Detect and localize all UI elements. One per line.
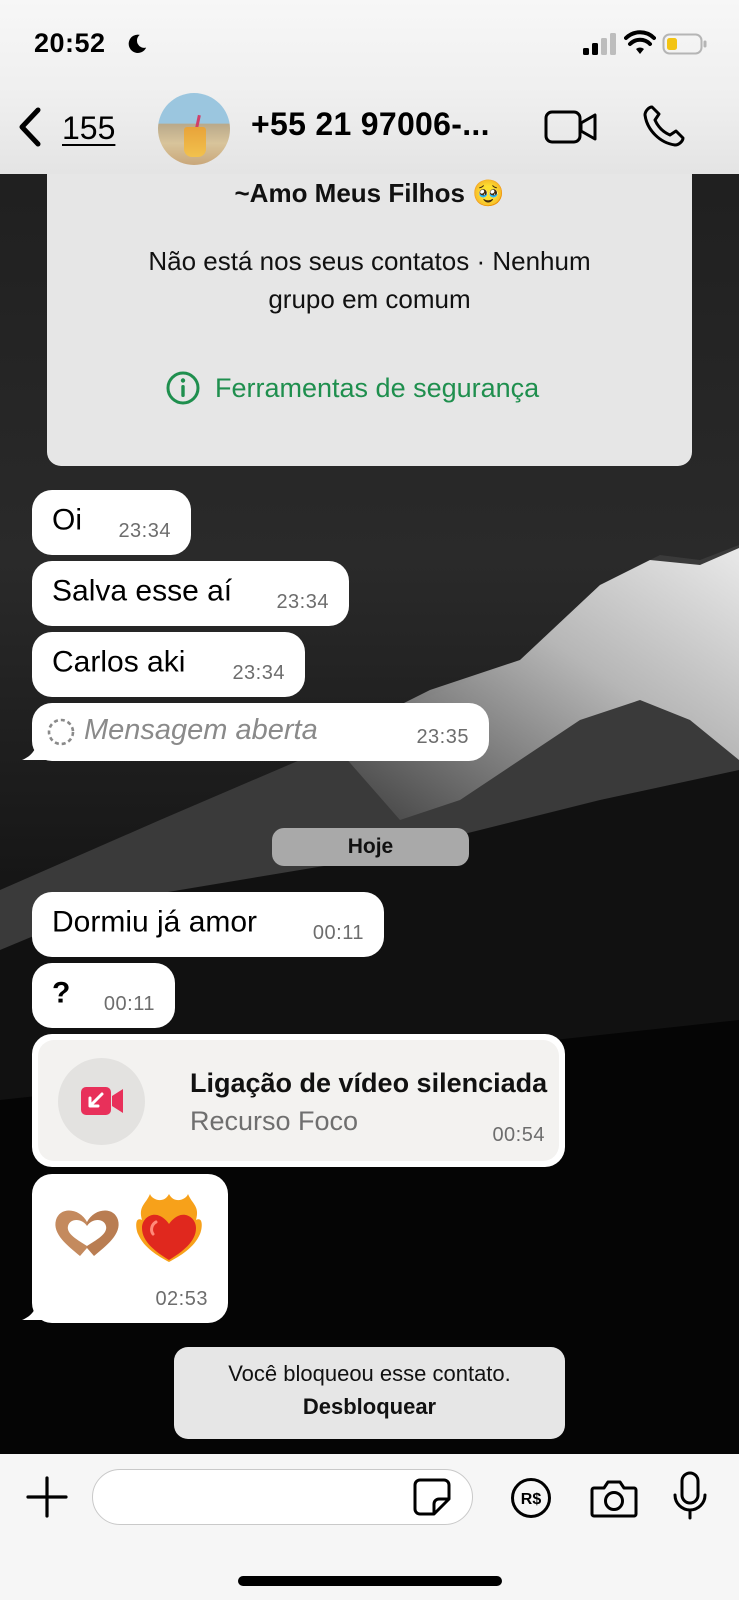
pix-payment-icon[interactable]: R$: [510, 1477, 552, 1519]
blocked-notice-text: Você bloqueou esse contato.: [228, 1361, 511, 1386]
message-text: ?: [52, 975, 71, 1009]
contact-pushname: ~Amo Meus Filhos 🥹: [234, 178, 505, 208]
message-time: 23:34: [118, 520, 171, 542]
message-input-bar: R$: [0, 1454, 739, 1600]
call-subtitle: Recurso Foco: [190, 1106, 359, 1136]
missed-call-card[interactable]: Ligação de vídeo silenciada Recurso Foco…: [32, 1034, 565, 1167]
message-text: Oi: [52, 502, 82, 536]
microphone-icon[interactable]: [672, 1471, 708, 1521]
back-unread-count[interactable]: 155: [62, 110, 115, 147]
message-bubble[interactable]: Salva esse aí 23:34: [32, 561, 349, 626]
message-bubble[interactable]: Carlos aki 23:34: [32, 632, 305, 697]
navigation-header: 20:52 155 +55 21 97006-...: [0, 0, 739, 174]
message-bubble[interactable]: ? 00:11: [32, 963, 175, 1028]
safety-tools-link[interactable]: Ferramentas de segurança: [165, 370, 539, 406]
message-bubble[interactable]: Dormiu já amor 00:11: [32, 892, 384, 957]
message-bubble[interactable]: Oi 23:34: [32, 490, 191, 555]
message-time: 23:35: [416, 726, 469, 748]
call-title: Ligação de vídeo silenciada: [190, 1068, 548, 1098]
view-once-opened-icon: [47, 718, 75, 746]
home-indicator: [238, 1576, 502, 1586]
missed-video-call-icon: [81, 1087, 123, 1115]
blocked-contact-notice: Você bloqueou esse contato. Desbloquear: [174, 1347, 565, 1439]
message-time: 00:11: [312, 922, 364, 944]
message-text: Mensagem aberta: [84, 714, 318, 746]
call-icon-circle: [58, 1058, 145, 1145]
message-time: 23:34: [232, 662, 285, 684]
cellular-signal-icon: [583, 33, 616, 55]
plus-icon[interactable]: [26, 1476, 68, 1518]
wifi-icon: [624, 30, 656, 54]
unblock-button[interactable]: Desbloquear: [174, 1394, 565, 1420]
chevron-left-icon[interactable]: [14, 104, 46, 150]
svg-text:R$: R$: [521, 1491, 542, 1508]
message-time: 23:34: [276, 591, 329, 613]
camera-icon[interactable]: [590, 1478, 638, 1518]
message-time: 00:11: [103, 993, 155, 1015]
info-circle-icon: [166, 371, 200, 405]
video-call-icon[interactable]: [544, 108, 598, 146]
avatar[interactable]: [158, 93, 230, 165]
message-text: Salva esse aí: [52, 573, 233, 607]
message-text: Carlos aki: [52, 644, 186, 678]
heart-hands-emoji: [55, 1210, 119, 1256]
call-card-inner: Ligação de vídeo silenciada Recurso Foco…: [38, 1040, 559, 1161]
message-bubble[interactable]: Mensagem aberta 23:35: [32, 703, 489, 761]
phone-call-icon[interactable]: [642, 104, 686, 148]
date-separator: Hoje: [272, 828, 469, 866]
contact-info-card: ~Amo Meus Filhos 🥹 Não está nos seus con…: [47, 174, 692, 466]
sticker-icon[interactable]: [412, 1477, 452, 1517]
contact-description: Não está nos seus contatos · Nenhum grup…: [148, 246, 591, 314]
status-time: 20:52: [34, 28, 106, 58]
contact-name[interactable]: +55 21 97006-...: [251, 106, 490, 143]
emoji-message-bubble[interactable]: 02:53: [32, 1174, 228, 1323]
message-time: 02:53: [155, 1288, 208, 1310]
message-text: Dormiu já amor: [52, 904, 258, 938]
safety-tools-label[interactable]: Ferramentas de segurança: [215, 373, 539, 404]
message-time: 00:54: [492, 1124, 545, 1146]
battery-icon: [662, 33, 707, 55]
heart-on-fire-emoji: [136, 1194, 202, 1262]
moon-icon: [128, 34, 147, 53]
